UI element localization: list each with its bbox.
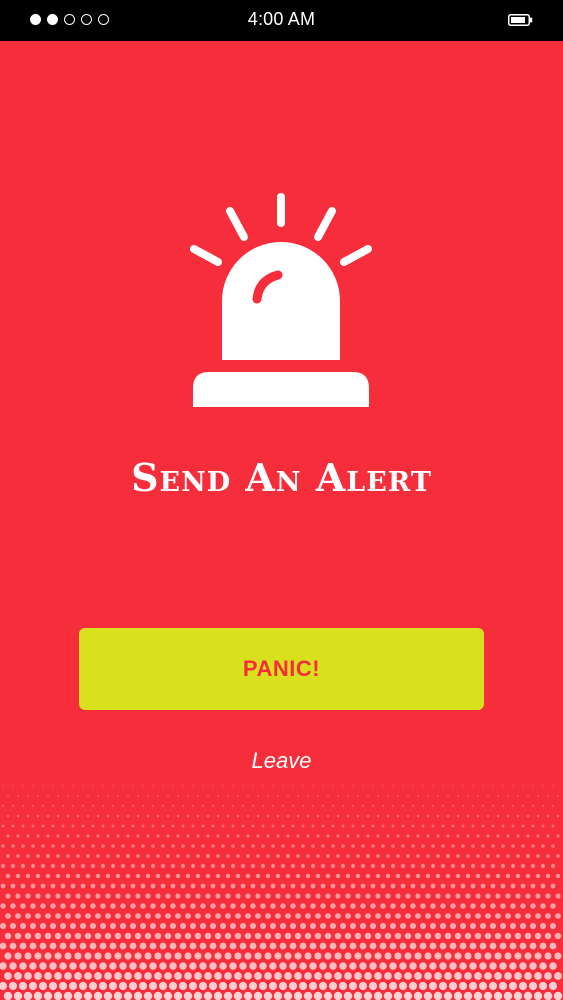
siren-icon (190, 193, 372, 407)
status-bar: 4:00 AM (0, 0, 563, 41)
halftone-pattern (0, 785, 563, 1000)
panic-button[interactable]: PANIC! (79, 628, 484, 710)
alert-title: Send An Alert (131, 455, 432, 500)
status-time: 4:00 AM (247, 9, 316, 29)
alert-screen: Send An Alert PANIC! Leave (0, 41, 563, 1000)
leave-link[interactable]: Leave (0, 748, 563, 774)
battery-icon (508, 14, 533, 26)
